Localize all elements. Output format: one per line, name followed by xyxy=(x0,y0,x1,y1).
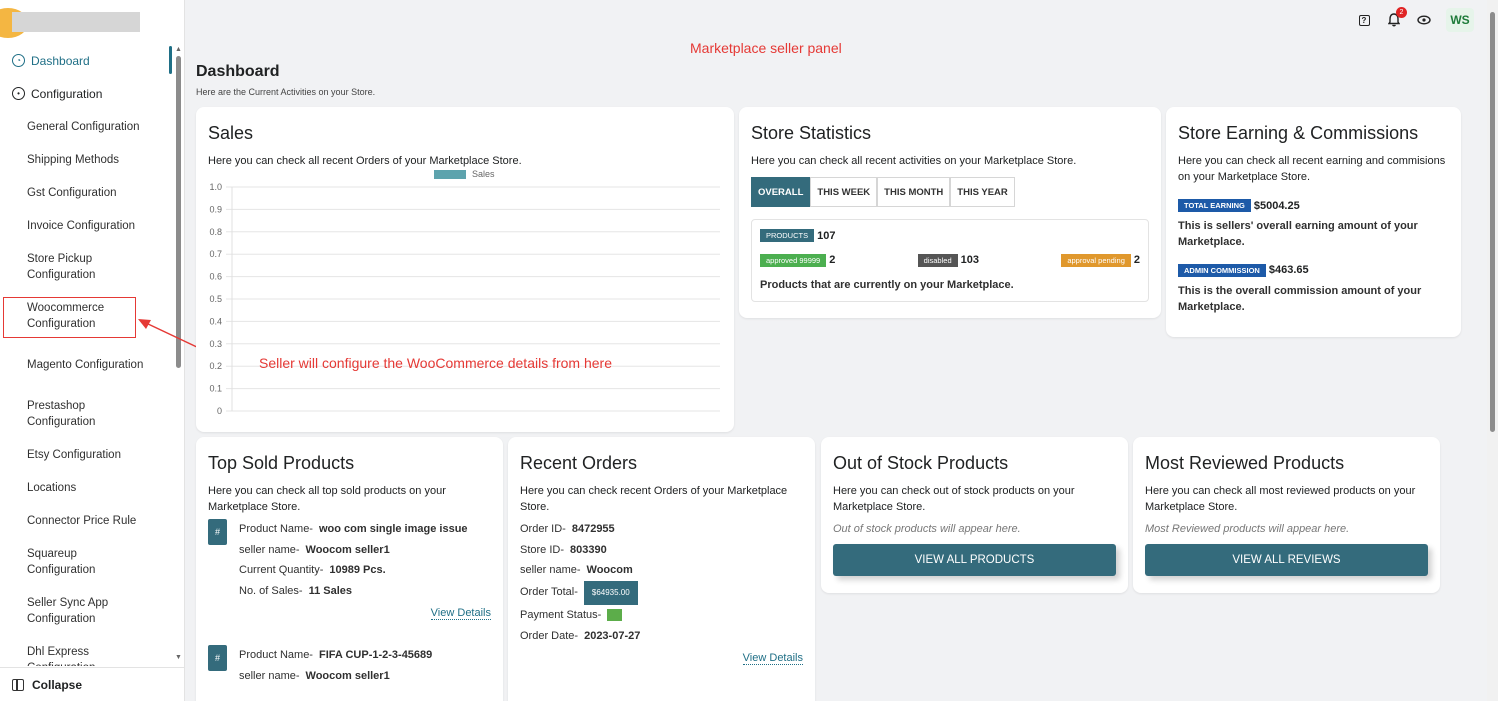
product-name: FIFA CUP-1-2-3-45689 xyxy=(318,649,433,661)
order-id: 8472955 xyxy=(571,523,615,535)
top-bar: ? 2 WS xyxy=(1356,7,1474,32)
product-name: woo com single image issue xyxy=(318,523,468,535)
list-item: # Product Name- FIFA CUP-1-2-3-45689 sell… xyxy=(208,645,491,686)
sales-chart: 1.0 0.9 0.8 0.7 0.6 0.5 0.4 0.3 0.2 0.1 0 xyxy=(209,182,720,416)
disabled-badge: disabled xyxy=(917,253,958,267)
number-of-sales: 11 Sales xyxy=(308,584,353,597)
earnings-card: Store Earning & Commissions Here you can… xyxy=(1166,107,1461,337)
y-tick-label: 0.3 xyxy=(209,339,222,349)
approved-count: 2 xyxy=(829,254,836,267)
view-all-products-button[interactable]: VIEW ALL PRODUCTS xyxy=(833,544,1116,576)
y-tick-label: 0.2 xyxy=(209,361,222,371)
bell-icon[interactable]: 2 xyxy=(1386,7,1407,28)
out-of-stock-card: Out of Stock Products Here you can check… xyxy=(821,437,1128,593)
help-icon[interactable]: ? xyxy=(1356,12,1372,28)
tab-this-week[interactable]: THIS WEEK xyxy=(810,177,878,207)
admin-commission-desc: This is the overall commission amount of… xyxy=(1178,284,1422,313)
view-details-link[interactable]: View Details xyxy=(742,652,803,665)
disabled-count: 103 xyxy=(960,254,979,267)
earnings-desc: Here you can check all recent earning an… xyxy=(1178,155,1446,183)
payment-status-indicator xyxy=(607,609,623,622)
most-reviewed-title: Most Reviewed Products xyxy=(1145,453,1345,473)
y-tick-label: 0.9 xyxy=(209,204,222,214)
sales-desc: Here you can check all recent Orders of … xyxy=(208,155,522,167)
products-count: 107 xyxy=(817,229,836,242)
page-subtitle: Here are the Current Activities on your … xyxy=(196,87,376,97)
seller-name: Woocom xyxy=(586,564,633,576)
store-id: 803390 xyxy=(570,543,607,556)
y-tick-label: 1.0 xyxy=(209,182,222,192)
pending-badge: approval pending xyxy=(1061,253,1131,267)
page-title: Dashboard xyxy=(196,63,280,80)
seller-name: Woocom seller1 xyxy=(305,669,390,682)
order-details: Order ID- 8472955 Store ID- 803390 seller … xyxy=(520,523,641,642)
view-all-reviews-button[interactable]: VIEW ALL REVIEWS xyxy=(1145,544,1428,576)
y-tick-label: 0.7 xyxy=(209,249,222,259)
stats-tabs: OVERALL THIS WEEK THIS MONTH THIS YEAR xyxy=(751,177,1149,207)
earnings-title: Store Earning & Commissions xyxy=(1178,123,1419,143)
total-earning-desc: This is sellers' overall earning amount … xyxy=(1178,220,1418,249)
order-total: $64935.00 xyxy=(583,580,638,605)
view-details-link[interactable]: View Details xyxy=(430,607,491,620)
admin-commission-badge: ADMIN COMMISSION xyxy=(1178,263,1266,277)
page-scroll-thumb[interactable] xyxy=(1490,12,1495,432)
tab-this-month[interactable]: THIS MONTH xyxy=(877,177,951,207)
most-reviewed-card: Most Reviewed Products Here you can chec… xyxy=(1133,437,1440,593)
recent-orders-title: Recent Orders xyxy=(520,453,638,473)
y-tick-label: 0.4 xyxy=(209,316,222,326)
total-earning-badge: TOTAL EARNING xyxy=(1178,199,1251,213)
avatar[interactable]: WS xyxy=(1446,8,1474,32)
page-scrollbar[interactable] xyxy=(1487,0,1498,701)
store-statistics-card: Store Statistics Here you can check all … xyxy=(739,107,1161,318)
stats-box: PRODUCTS 107 approved 99999 2 disabled 103 … xyxy=(751,219,1149,302)
top-sold-desc: Here you can check all top sold products… xyxy=(208,485,446,513)
hash-icon: # xyxy=(208,645,227,671)
stats-desc: Here you can check all recent activities… xyxy=(751,155,1077,167)
current-quantity: 10989 Pcs. xyxy=(329,564,386,576)
sales-card: Sales Here you can check all recent Orde… xyxy=(196,107,734,432)
tab-this-year[interactable]: THIS YEAR xyxy=(950,177,1015,207)
admin-commission-value: $463.65 xyxy=(1268,264,1309,277)
y-tick-label: 0.1 xyxy=(209,384,222,394)
notification-badge: 2 xyxy=(1396,7,1407,18)
hash-icon: # xyxy=(208,519,227,545)
eye-icon[interactable] xyxy=(1416,12,1432,28)
y-tick-label: 0.8 xyxy=(209,227,222,237)
stats-footer: Products that are currently on your Mark… xyxy=(760,278,1014,291)
total-earning-value: $5004.25 xyxy=(1253,199,1300,212)
y-tick-label: 0.5 xyxy=(209,294,222,304)
order-date: 2023-07-27 xyxy=(584,629,641,642)
top-sold-card: Top Sold Products Here you can check all… xyxy=(196,437,503,701)
out-of-stock-empty: Out of stock products will appear here. xyxy=(833,523,1021,535)
out-of-stock-title: Out of Stock Products xyxy=(833,453,1009,473)
seller-name: Woocom seller1 xyxy=(305,543,390,556)
products-badge: PRODUCTS xyxy=(760,229,815,243)
y-tick-label: 0.6 xyxy=(209,272,222,282)
list-item: # Product Name-woo com single image issu… xyxy=(208,519,491,601)
out-of-stock-desc: Here you can check out of stock products… xyxy=(833,485,1075,513)
tab-overall[interactable]: OVERALL xyxy=(751,177,811,207)
sales-title: Sales xyxy=(208,123,254,143)
recent-orders-card: Recent Orders Here you can check recent … xyxy=(508,437,815,701)
stats-title: Store Statistics xyxy=(751,123,872,143)
y-tick-label: 0 xyxy=(217,406,222,416)
most-reviewed-desc: Here you can check all most reviewed pro… xyxy=(1145,485,1416,513)
annotation-top: Marketplace seller panel xyxy=(690,40,842,56)
pending-count: 2 xyxy=(1133,254,1140,267)
approved-badge: approved 99999 xyxy=(760,253,827,267)
recent-orders-desc: Here you can check recent Orders of your… xyxy=(520,485,788,513)
most-reviewed-empty: Most Reviewed products will appear here. xyxy=(1145,523,1350,535)
annotation-mid: Seller will configure the WooCommerce de… xyxy=(259,355,612,371)
top-sold-title: Top Sold Products xyxy=(208,453,355,473)
